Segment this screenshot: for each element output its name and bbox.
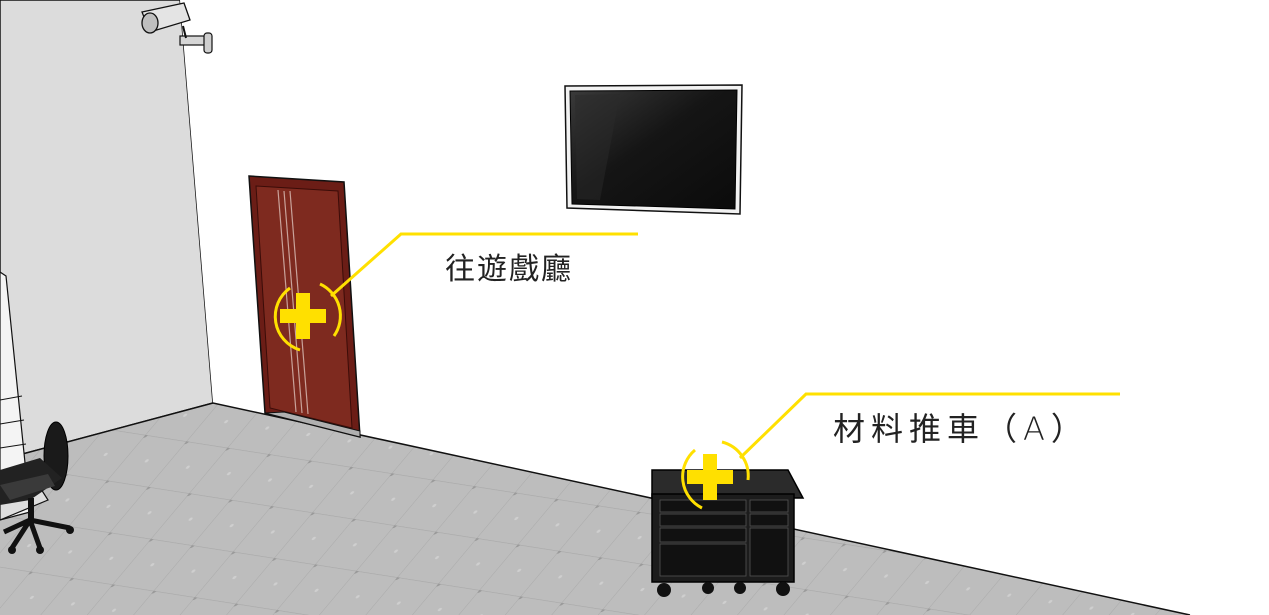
tool-cart[interactable] — [651, 469, 805, 597]
left-wall — [0, 0, 214, 461]
wall-tv — [564, 84, 743, 215]
door-hotspot-label[interactable]: 往遊戲廳 — [445, 244, 573, 288]
cart-hotspot-label[interactable]: 材料推車（A） — [833, 404, 1089, 450]
room-scene — [0, 0, 1269, 615]
